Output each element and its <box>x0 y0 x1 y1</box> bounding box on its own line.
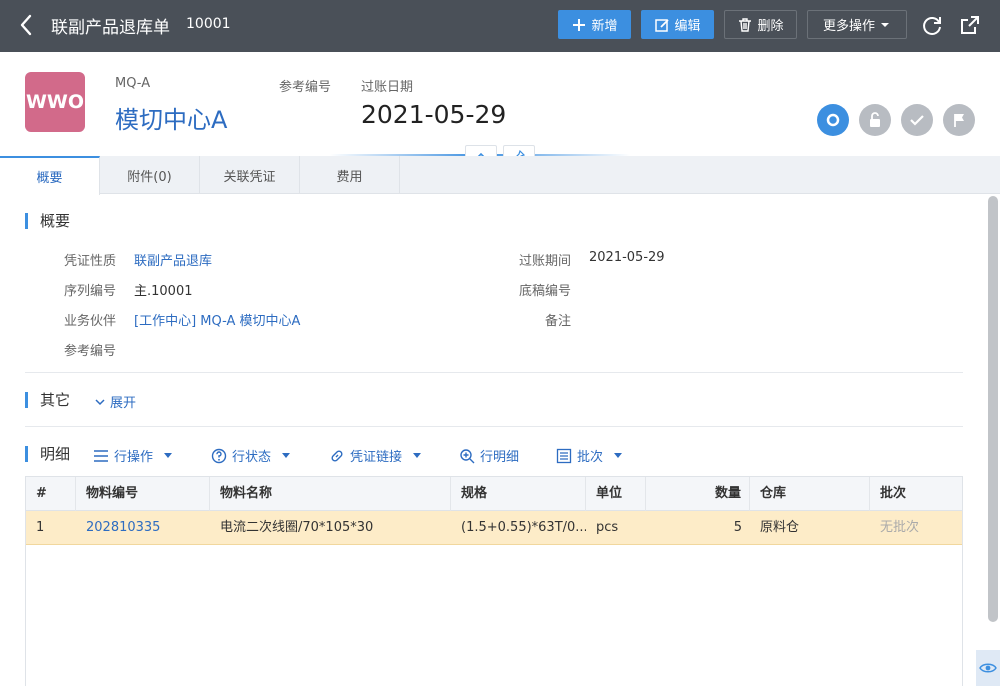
row-status-menu[interactable]: 行状态 <box>211 446 291 465</box>
field-value-period: 2021-05-29 <box>589 250 665 265</box>
cell-batch: 无批次 <box>880 520 920 535</box>
plus-icon <box>573 18 586 31</box>
column-header[interactable]: 批次 <box>870 477 962 511</box>
row-status-label: 行状态 <box>232 450 272 465</box>
more-actions-label: 更多操作 <box>822 19 875 34</box>
field-label-period: 过账期间 <box>518 254 571 269</box>
cell-unit: pcs <box>596 520 619 535</box>
tab-bar: 概要 附件(0) 关联凭证 费用 <box>0 156 1000 195</box>
cell-warehouse: 原料仓 <box>760 520 800 535</box>
section-divider <box>25 372 963 373</box>
column-header[interactable]: 单位 <box>586 477 646 511</box>
partner-code: MQ-A <box>115 76 151 91</box>
field-value-nature[interactable]: 联副产品退库 <box>134 250 212 269</box>
batch-label: 批次 <box>577 450 604 465</box>
eye-icon <box>979 663 997 673</box>
row-detail-button[interactable]: 行明细 <box>459 446 519 465</box>
section-divider <box>25 426 963 427</box>
field-label-partner: 业务伙伴 <box>63 314 116 329</box>
voucher-link-menu[interactable]: 凭证链接 <box>329 446 422 465</box>
posting-date-value: 2021-05-29 <box>361 100 507 129</box>
preview-toggle-button[interactable] <box>976 650 1000 686</box>
column-header[interactable]: 物料编号 <box>76 477 210 511</box>
delete-button-label: 删除 <box>757 19 784 34</box>
status-open-button[interactable] <box>817 104 849 136</box>
approve-button[interactable] <box>901 104 933 136</box>
row-detail-label: 行明细 <box>480 450 520 465</box>
tab-related-vouchers[interactable]: 关联凭证 <box>200 156 300 194</box>
page-title: 联副产品退库单 <box>51 18 170 38</box>
check-icon <box>910 115 924 126</box>
caret-down-icon <box>282 453 291 458</box>
ref-number-label: 参考编号 <box>279 80 332 95</box>
detail-table: # 物料编号 物料名称 规格 单位 数量 仓库 批次 1 202810335 电… <box>25 476 963 686</box>
edit-icon <box>655 18 670 32</box>
cell-material-name: 电流二次线圈/70*105*30 <box>220 520 374 535</box>
column-header[interactable]: # <box>26 477 76 511</box>
field-label-draft: 底稿编号 <box>518 284 571 299</box>
flag-icon <box>954 114 964 127</box>
row-ops-menu[interactable]: 行操作 <box>93 446 173 465</box>
list-icon <box>94 449 108 462</box>
column-header[interactable]: 仓库 <box>750 477 870 511</box>
field-label-ref: 参考编号 <box>63 344 116 359</box>
back-arrow-icon[interactable] <box>16 12 36 38</box>
field-label-serial: 序列编号 <box>63 284 116 299</box>
delete-button[interactable]: 删除 <box>724 10 797 39</box>
unlock-icon <box>870 112 880 127</box>
expand-toggle[interactable]: 展开 <box>95 392 136 411</box>
table-row[interactable]: 1 202810335 电流二次线圈/70*105*30 (1.5+0.55)*… <box>26 511 962 545</box>
edit-button[interactable]: 编辑 <box>641 10 714 39</box>
batch-menu[interactable]: 批次 <box>556 446 623 465</box>
other-section-title: 其它 <box>25 392 70 408</box>
caret-down-icon <box>164 453 173 458</box>
table-header: # 物料编号 物料名称 规格 单位 数量 仓库 批次 <box>26 477 962 511</box>
tab-overview[interactable]: 概要 <box>0 156 100 195</box>
document-id: 10001 <box>186 16 231 32</box>
overview-section-title: 概要 <box>25 213 70 229</box>
add-button[interactable]: 新增 <box>558 10 631 39</box>
column-header[interactable]: 物料名称 <box>210 477 451 511</box>
zoom-in-icon <box>460 448 475 463</box>
field-label-remark: 备注 <box>544 314 571 329</box>
refresh-icon[interactable] <box>920 13 944 37</box>
question-circle-icon <box>211 448 227 463</box>
scrollbar-thumb[interactable] <box>988 196 998 622</box>
expand-label: 展开 <box>110 396 137 411</box>
row-ops-label: 行操作 <box>114 450 154 465</box>
link-icon <box>331 449 343 462</box>
caret-down-icon <box>881 22 889 27</box>
detail-section-title: 明细 <box>25 446 70 462</box>
external-link-icon[interactable] <box>958 13 982 37</box>
tab-attachments[interactable]: 附件(0) <box>100 156 200 194</box>
field-label-nature: 凭证性质 <box>63 254 116 269</box>
trash-icon <box>739 17 752 32</box>
field-value-serial: 主.10001 <box>134 284 193 299</box>
tab-expenses[interactable]: 费用 <box>300 156 400 194</box>
cell-material-code[interactable]: 202810335 <box>76 511 210 544</box>
column-header[interactable]: 数量 <box>646 477 750 511</box>
top-bar: 联副产品退库单 10001 新增 编辑 删除 更多操作 <box>0 0 1000 52</box>
add-button-label: 新增 <box>591 19 618 34</box>
cell-index: 1 <box>36 520 45 535</box>
voucher-link-label: 凭证链接 <box>350 450 403 465</box>
chevron-down-icon <box>95 398 105 405</box>
partner-logo: WWO <box>25 72 85 132</box>
cell-quantity: 5 <box>733 520 742 535</box>
column-header[interactable]: 规格 <box>451 477 586 511</box>
unlock-button[interactable] <box>859 104 891 136</box>
batch-list-icon <box>556 448 572 463</box>
edit-button-label: 编辑 <box>674 19 701 34</box>
flag-button[interactable] <box>943 104 975 136</box>
field-value-partner[interactable]: [工作中心] MQ-A 模切中心A <box>134 310 300 329</box>
partner-name: 模切中心A <box>115 106 228 134</box>
cell-spec: (1.5+0.55)*63T/0.... <box>461 520 586 535</box>
caret-down-icon <box>413 453 422 458</box>
caret-down-icon <box>614 453 623 458</box>
circle-icon <box>826 113 840 127</box>
posting-date-label: 过账日期 <box>361 80 414 95</box>
more-actions-button[interactable]: 更多操作 <box>807 10 907 39</box>
